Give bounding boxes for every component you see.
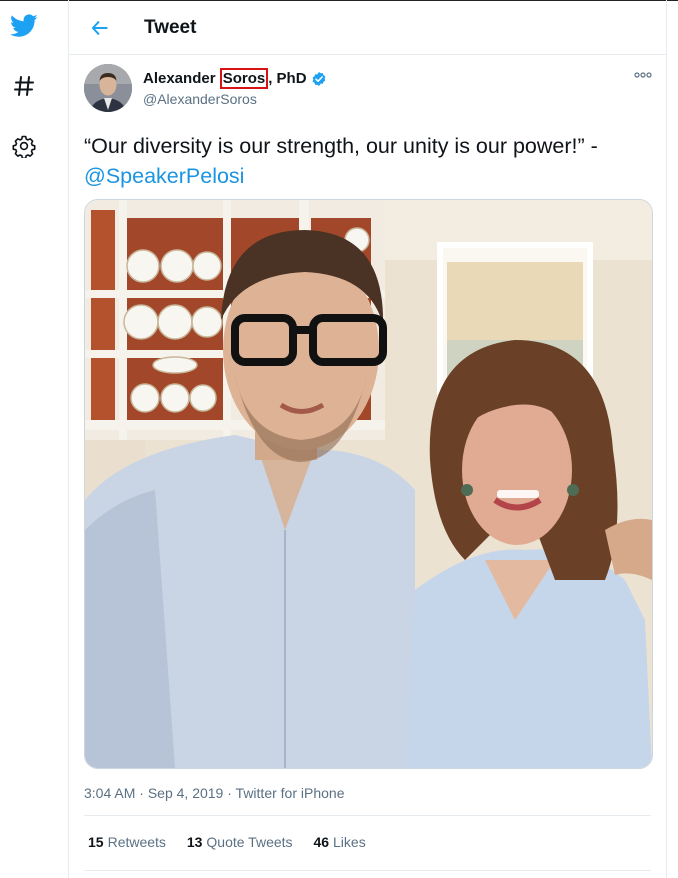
tweet-quote: “Our diversity is our strength, our unit…	[84, 134, 598, 158]
sidebar-nav	[0, 0, 68, 878]
author-name-highlighted: Soros	[219, 68, 269, 89]
avatar[interactable]	[84, 64, 132, 112]
meta-separator: ·	[139, 785, 144, 801]
divider	[84, 870, 651, 871]
page-title: Tweet	[144, 17, 197, 38]
column-border-left	[68, 0, 69, 878]
tweet-photo[interactable]	[84, 199, 653, 769]
engagement-stats: 15 Retweets 13 Quote Tweets 46 Likes	[88, 834, 383, 850]
hashtag-icon[interactable]	[10, 72, 38, 100]
author-name-first: Alexander	[143, 70, 220, 87]
page-header: Tweet	[69, 1, 666, 55]
quote-tweets-stat[interactable]: 13 Quote Tweets	[187, 834, 293, 850]
meta-separator: ·	[227, 785, 232, 801]
column-border-right	[666, 0, 667, 878]
author-name[interactable]: Alexander Soros , PhD	[143, 68, 327, 89]
retweets-count: 15	[88, 834, 104, 850]
tweet-date[interactable]: Sep 4, 2019	[148, 785, 224, 801]
quote-tweets-label: Quote Tweets	[206, 834, 293, 850]
author-name-suffix: , PhD	[268, 70, 307, 87]
more-dots-icon[interactable]	[632, 68, 654, 82]
divider	[84, 815, 651, 816]
likes-stat[interactable]: 46 Likes	[313, 834, 365, 850]
tweet-source[interactable]: Twitter for iPhone	[236, 785, 345, 801]
verified-badge-icon	[311, 71, 327, 87]
tweet-time[interactable]: 3:04 AM	[84, 785, 135, 801]
twitter-logo-icon[interactable]	[10, 12, 38, 40]
author-handle[interactable]: @AlexanderSoros	[143, 91, 257, 107]
likes-count: 46	[313, 834, 330, 850]
tweet-meta: 3:04 AM · Sep 4, 2019 · Twitter for iPho…	[84, 785, 344, 801]
mention-link[interactable]: @SpeakerPelosi	[84, 164, 244, 188]
quote-tweets-count: 13	[186, 834, 203, 850]
retweets-stat[interactable]: 15 Retweets	[88, 834, 166, 850]
back-arrow-icon[interactable]	[87, 15, 113, 41]
settings-gear-icon[interactable]	[10, 132, 38, 160]
retweets-label: Retweets	[107, 834, 166, 850]
tweet-text: “Our diversity is our strength, our unit…	[84, 131, 644, 191]
likes-label: Likes	[333, 834, 366, 850]
